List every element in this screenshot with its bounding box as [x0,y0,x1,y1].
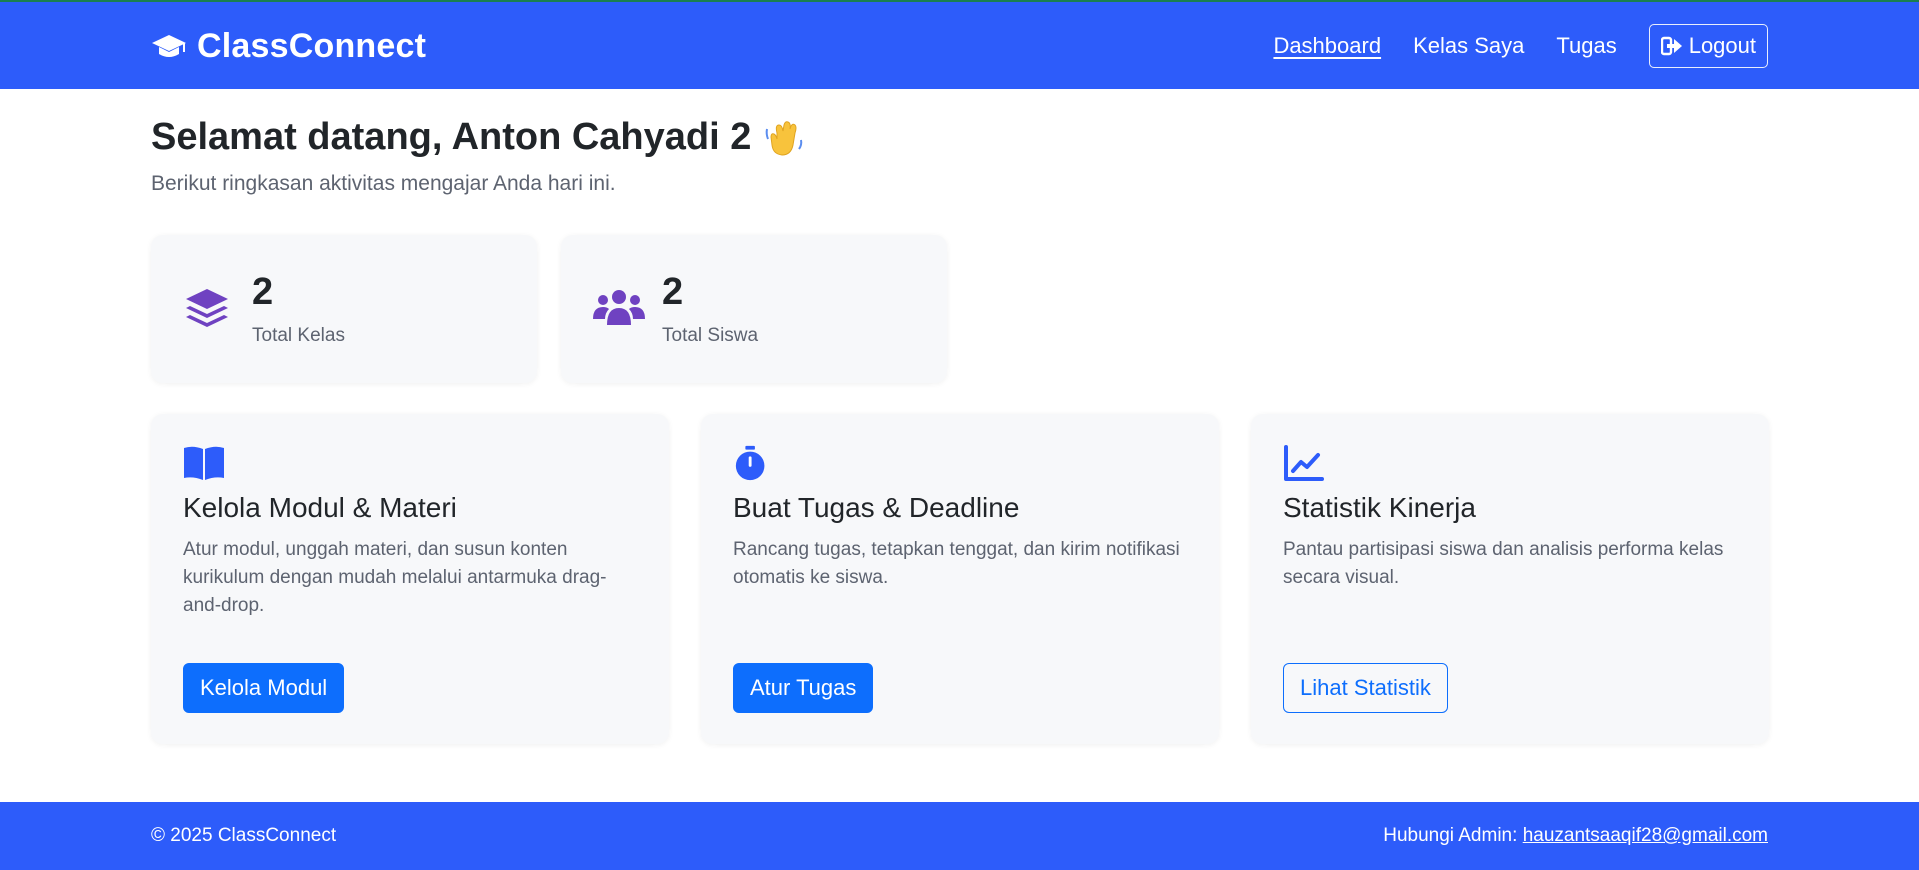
stat-card-kelas: 2 Total Kelas [151,235,537,383]
page-title: Selamat datang, Anton Cahyadi 2 [151,116,752,158]
footer-contact: Hubungi Admin: hauzantsaaqif28@gmail.com [1383,825,1768,847]
atur-tugas-button[interactable]: Atur Tugas [733,663,874,713]
welcome-heading: Selamat datang, Anton Cahyadi 2 [151,116,805,159]
navbar: ClassConnect Dashboard Kelas Saya Tugas … [0,0,1919,89]
feature-card-tugas: Buat Tugas & Deadline Rancang tugas, tet… [701,414,1219,744]
waving-hand-icon [766,120,803,156]
nav-links: Dashboard Kelas Saya Tugas Logout [1273,24,1768,68]
page-subtitle: Berikut ringkasan aktivitas mengajar And… [151,172,616,195]
footer: © 2025 ClassConnect Hubungi Admin: hauza… [0,802,1919,870]
layers-icon [186,289,228,327]
feature-title: Buat Tugas & Deadline [733,492,1020,523]
contact-label: Hubungi Admin: [1383,825,1518,846]
kelola-modul-button[interactable]: Kelola Modul [183,663,345,713]
graduation-cap-icon [152,34,186,57]
feature-title: Kelola Modul & Materi [183,492,457,523]
stat-card-siswa: 2 Total Siswa [561,235,947,383]
lihat-statistik-button[interactable]: Lihat Statistik [1283,663,1448,713]
line-chart-icon [1284,445,1324,481]
book-open-icon [184,446,224,480]
sign-out-icon [1660,36,1682,56]
feature-title: Statistik Kinerja [1283,492,1476,523]
stat-label: Total Siswa [662,325,759,346]
logout-label: Logout [1688,33,1756,58]
stat-value: 2 [252,271,274,313]
stat-value: 2 [662,271,684,313]
logout-button[interactable]: Logout [1648,24,1768,68]
feature-description: Pantau partisipasi siswa dan analisis pe… [1283,539,1724,588]
stopwatch-icon [735,445,765,481]
users-icon [593,290,645,325]
feature-description: Rancang tugas, tetapkan tenggat, dan kir… [733,539,1180,588]
nav-dashboard[interactable]: Dashboard [1273,24,1381,68]
admin-email-link[interactable]: hauzantsaaqif28@gmail.com [1523,825,1768,846]
feature-card-modul: Kelola Modul & Materi Atur modul, unggah… [151,414,669,744]
brand-name: ClassConnect [197,27,427,65]
feature-card-statistik: Statistik Kinerja Pantau partisipasi sis… [1251,414,1769,744]
nav-kelas-saya[interactable]: Kelas Saya [1413,24,1524,68]
feature-description: Atur modul, unggah materi, dan susun kon… [183,539,607,616]
brand[interactable]: ClassConnect [151,27,426,66]
footer-copyright: © 2025 ClassConnect [151,825,337,846]
nav-tugas[interactable]: Tugas [1556,24,1616,68]
stat-label: Total Kelas [252,325,345,346]
